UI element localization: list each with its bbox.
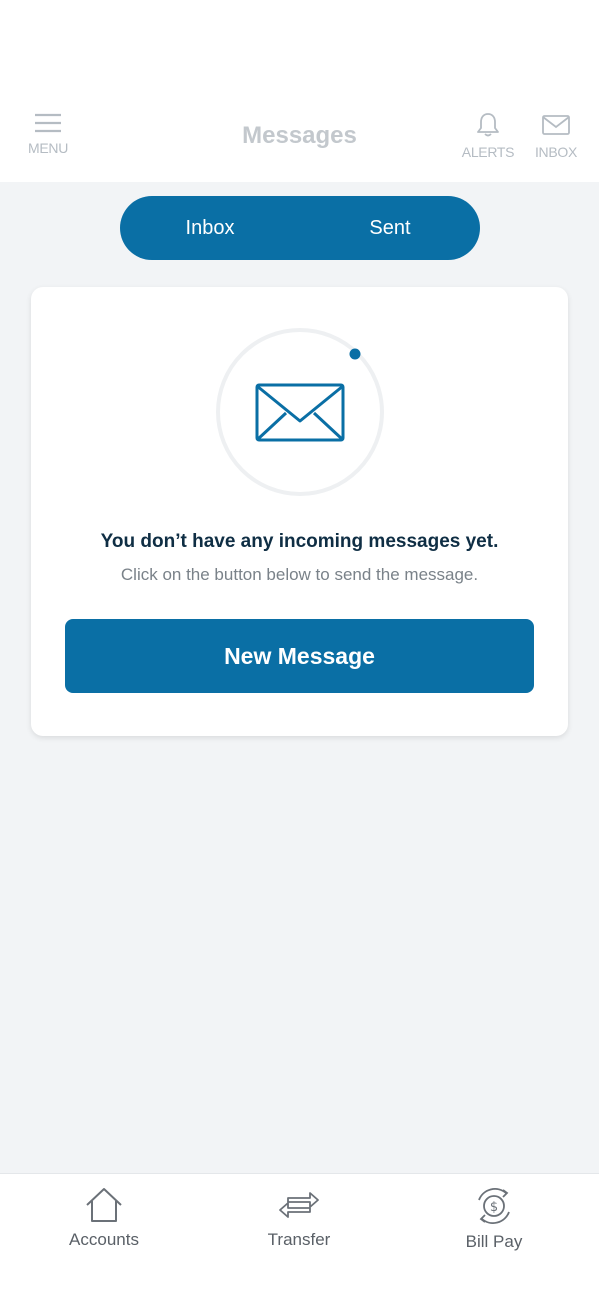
alerts-label: ALERTS — [461, 144, 515, 160]
alerts-button[interactable]: ALERTS — [458, 112, 518, 160]
home-icon — [86, 1188, 122, 1222]
inbox-label: INBOX — [534, 144, 578, 160]
top-header: MENU Messages ALERTS INBOX — [0, 100, 599, 182]
tab-bill-pay-label: Bill Pay — [465, 1232, 523, 1251]
tab-accounts-label: Accounts — [69, 1230, 139, 1249]
bill-pay-icon: $ — [478, 1188, 510, 1224]
tab-inbox[interactable]: Inbox — [120, 196, 300, 260]
bell-icon — [477, 113, 499, 137]
svg-text:$: $ — [490, 1200, 498, 1215]
transfer-arrows-icon — [279, 1192, 319, 1218]
status-bar-area — [0, 0, 599, 100]
tab-bill-pay[interactable]: $ Bill Pay — [434, 1186, 554, 1252]
tab-sent[interactable]: Sent — [300, 196, 480, 260]
tab-accounts[interactable]: Accounts — [44, 1186, 164, 1250]
envelope-illustration-icon — [216, 328, 384, 496]
empty-state-title: You don’t have any incoming messages yet… — [100, 531, 499, 552]
tab-transfer-label: Transfer — [267, 1230, 331, 1249]
inbox-button[interactable]: INBOX — [530, 112, 582, 160]
envelope-icon — [542, 115, 570, 135]
empty-state-card: You don’t have any incoming messages yet… — [31, 287, 568, 736]
bottom-tab-bar: Accounts Transfer $ Bill Pay — [0, 1173, 599, 1300]
inbox-sent-switch: Inbox Sent — [120, 196, 480, 260]
tab-transfer[interactable]: Transfer — [239, 1186, 359, 1250]
empty-state-subtitle: Click on the button below to send the me… — [120, 565, 479, 584]
new-message-button[interactable]: New Message — [65, 619, 534, 693]
